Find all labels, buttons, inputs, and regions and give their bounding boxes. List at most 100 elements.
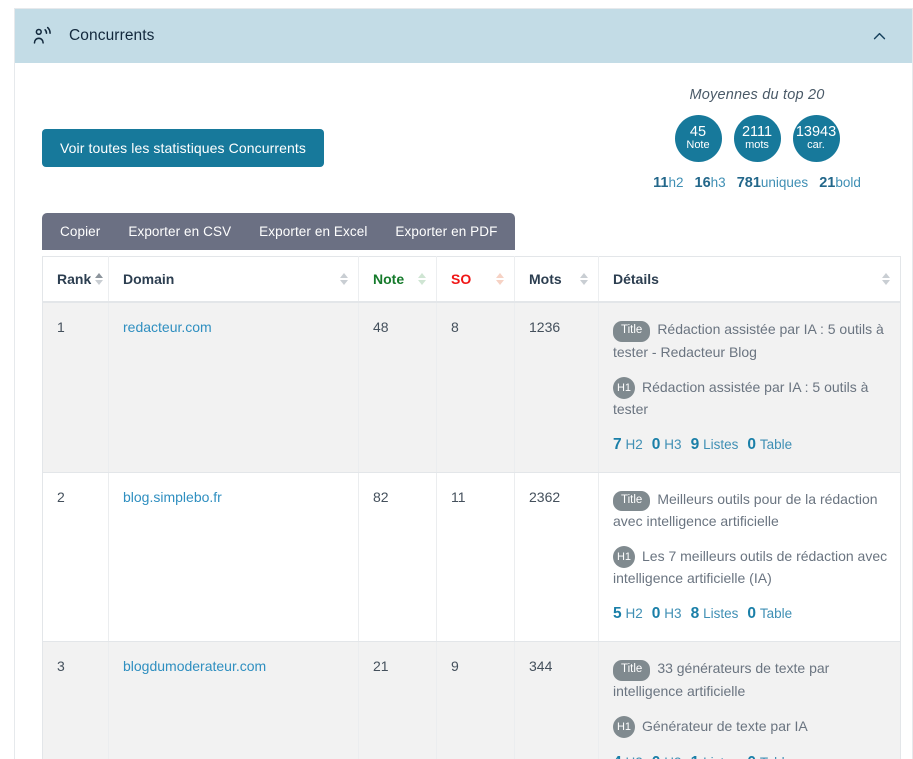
h1-badge: H1	[613, 715, 635, 738]
sort-arrows-details[interactable]	[882, 273, 890, 285]
export-csv-button[interactable]: Exporter en CSV	[114, 213, 245, 250]
column-header-so-label: SO	[451, 271, 472, 287]
cell-note: 82	[358, 472, 437, 642]
column-header-rank[interactable]: Rank	[42, 256, 109, 303]
person-broadcast-icon	[29, 23, 55, 49]
column-header-details[interactable]: Détails	[598, 256, 901, 303]
count-listes-label: Listes	[703, 436, 739, 452]
count-table-label: Table	[760, 755, 792, 759]
count-h2-label: H2	[625, 606, 643, 621]
details-title-line: Title 33 générateurs de texte par intelli…	[613, 658, 890, 702]
cell-domain: blog.simplebo.fr	[108, 472, 359, 642]
average-note-label: Note	[686, 139, 710, 152]
domain-link[interactable]: redacteur.com	[123, 319, 212, 335]
sub-stat-h3: 16h3	[695, 174, 726, 191]
sort-arrows-domain[interactable]	[340, 273, 348, 285]
table-row: 2 blog.simplebo.fr 82 11 2362 Title Meill…	[42, 472, 901, 642]
details-title-line: Title Meilleurs outils pour de la rédacti…	[613, 489, 890, 533]
average-circle-mots: 2111 mots	[733, 115, 781, 162]
column-header-mots[interactable]: Mots	[514, 256, 599, 303]
averages-caption: Moyennes du top 20	[689, 87, 825, 103]
average-mots-label: mots	[745, 139, 769, 152]
average-car-value: 13943	[795, 123, 837, 140]
details-h1-line: H1 Les 7 meilleurs outils de rédaction av…	[613, 546, 890, 589]
sub-stat-bold-number: 21	[819, 175, 836, 191]
sub-stat-bold: 21bold	[819, 174, 861, 191]
card-header: Concurrents	[15, 9, 912, 63]
cell-mots: 344	[514, 641, 599, 759]
count-table-number: 0	[747, 754, 756, 759]
details-counts: 4 H2 0 H3 1 Listes 0 Table	[613, 754, 890, 759]
column-header-so[interactable]: SO	[436, 256, 515, 303]
export-pdf-button[interactable]: Exporter en PDF	[381, 213, 511, 250]
competitors-table: Rank Domain Note SO Mots Détails 1 redac…	[42, 256, 901, 759]
domain-link[interactable]: blog.simplebo.fr	[123, 489, 222, 505]
count-h3-label: H3	[664, 436, 682, 452]
average-circle-car: 13943 car.	[792, 115, 840, 162]
details-h1-line: H1 Rédaction assistée par IA : 5 outils à…	[613, 376, 890, 420]
chevron-up-icon[interactable]	[866, 23, 892, 49]
count-listes-number: 9	[690, 435, 700, 453]
averages-block: Moyennes du top 20 45 Note 2111 mots 139…	[632, 87, 882, 191]
copy-button[interactable]: Copier	[46, 213, 114, 250]
column-header-domain[interactable]: Domain	[108, 256, 359, 303]
table-row: 1 redacteur.com 48 8 1236 Title Rédaction…	[42, 302, 901, 473]
count-h2-number: 4	[613, 754, 622, 759]
h1-text: Rédaction assistée par IA : 5 outils à t…	[613, 378, 869, 417]
sort-arrows-note[interactable]	[418, 273, 426, 285]
average-note-value: 45	[689, 123, 707, 140]
average-mots-value: 2111	[741, 123, 773, 140]
sub-stat-uniques-number: 781	[736, 175, 761, 191]
sub-stat-h2-number: 11	[653, 175, 669, 191]
count-h2-label: H2	[625, 436, 643, 452]
cell-details: Title Rédaction assistée par IA : 5 outil…	[598, 302, 901, 473]
sort-arrows-so[interactable]	[496, 273, 504, 285]
cell-so: 11	[436, 472, 515, 642]
h1-badge: H1	[613, 546, 635, 568]
sub-stat-h3-unit: h3	[710, 175, 726, 190]
count-h2-label: H2	[626, 755, 643, 759]
count-table-number: 0	[747, 435, 756, 453]
title-text: Rédaction assistée par IA : 5 outils à t…	[613, 321, 884, 360]
export-excel-button[interactable]: Exporter en Excel	[245, 213, 381, 250]
count-h3-label: H3	[664, 606, 682, 621]
page-root: Concurrents Moyennes du top 20 45 Note 2…	[0, 0, 913, 759]
sort-arrows-rank[interactable]	[95, 273, 104, 285]
count-listes-label: Listes	[703, 606, 739, 621]
count-listes-number: 8	[690, 605, 700, 622]
cell-details: Title Meilleurs outils pour de la rédacti…	[598, 472, 901, 642]
column-header-details-label: Détails	[613, 271, 659, 287]
export-toolbar: Copier Exporter en CSV Exporter en Excel…	[42, 213, 516, 250]
h1-badge: H1	[613, 376, 635, 399]
cell-details: Title 33 générateurs de texte par intelli…	[598, 641, 901, 759]
title-badge: Title	[613, 321, 651, 342]
count-h2-number: 5	[613, 605, 622, 622]
column-header-domain-label: Domain	[123, 271, 175, 287]
cell-mots: 1236	[514, 302, 599, 473]
card-title: Concurrents	[69, 27, 155, 44]
count-h3-label: H3	[664, 755, 681, 759]
domain-link[interactable]: blogdumoderateur.com	[123, 658, 266, 674]
view-all-stats-button[interactable]: Voir toutes les statistiques Concurrents	[42, 129, 325, 167]
cell-so: 9	[436, 641, 515, 759]
cell-domain: blogdumoderateur.com	[108, 641, 359, 759]
cell-domain: redacteur.com	[108, 302, 359, 473]
sort-arrows-mots[interactable]	[580, 273, 588, 285]
cell-rank: 2	[42, 472, 109, 642]
average-circle-note: 45 Note	[674, 115, 722, 162]
h1-text: Générateur de texte par IA	[642, 717, 808, 734]
count-table-number: 0	[747, 605, 756, 622]
details-counts: 5 H2 0 H3 8 Listes 0 Table	[613, 605, 890, 623]
column-header-note[interactable]: Note	[358, 256, 437, 303]
count-h3-number: 0	[651, 605, 661, 622]
sub-stat-uniques: 781uniques	[737, 174, 809, 191]
column-header-rank-label: Rank	[57, 271, 92, 287]
concurrents-card: Concurrents Moyennes du top 20 45 Note 2…	[14, 8, 913, 759]
count-listes-label: Listes	[703, 755, 738, 759]
title-text: Meilleurs outils pour de la rédaction av…	[613, 490, 878, 530]
competitors-table-wrapper: Rank Domain Note SO Mots Détails 1 redac…	[42, 256, 901, 759]
details-title-line: Title Rédaction assistée par IA : 5 outil…	[613, 319, 890, 363]
column-header-mots-label: Mots	[529, 271, 562, 287]
cell-note: 21	[358, 641, 437, 759]
count-table-label: Table	[759, 606, 793, 621]
